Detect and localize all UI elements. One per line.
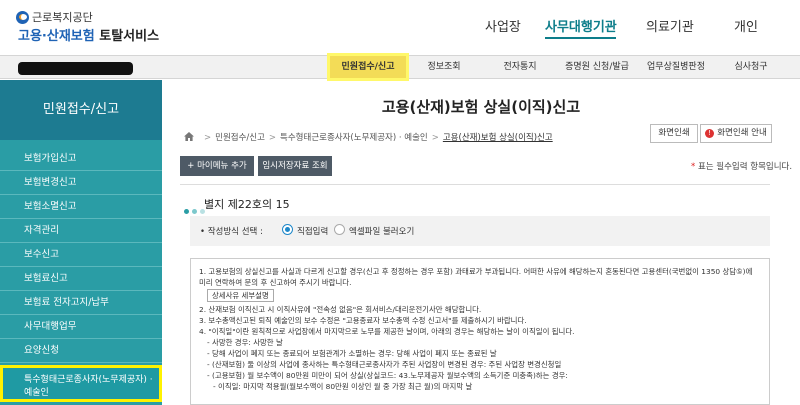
input-method-label: • 작성방식 선택 :	[200, 227, 263, 237]
temp-saved-lookup-button[interactable]: 임시저장자료 조회	[258, 156, 332, 176]
sidebar-item-insurance-join[interactable]: 보험가입신고	[0, 148, 162, 171]
sidebar-item-e-payment[interactable]: 보험료 전자고지/납부	[0, 292, 162, 315]
sidebar-title: 민원접수/신고	[0, 80, 162, 140]
sidebar-item-agency-work[interactable]: 사무대행업무	[0, 316, 162, 339]
notice-line: - (고용보험) 월 보수액이 80만원 미만이 되어 상실(상실코드: 43.…	[207, 371, 568, 380]
subnav-info-lookup[interactable]: 정보조회	[414, 56, 474, 78]
sidebar-item-insurance-change[interactable]: 보험변경신고	[0, 172, 162, 195]
logo-service-name: 고용·산재보험 토탈서비스	[18, 25, 159, 44]
dot-icon	[184, 209, 189, 214]
print-guide-button[interactable]: ! 화면인쇄 안내	[700, 124, 772, 143]
breadcrumb-separator: >	[268, 133, 277, 143]
sidebar-item-medical-care[interactable]: 요양신청	[0, 340, 162, 363]
topnav-personal[interactable]: 개인	[734, 16, 758, 35]
sidebar-item-wage-report[interactable]: 보수신고	[0, 244, 162, 267]
notice-line: - (산재보험) 둘 이상의 사업에 종사하는 특수형태근로종사자가 주된 사업…	[207, 360, 562, 369]
sidebar-item-qualification[interactable]: 자격관리	[0, 220, 162, 243]
breadcrumb-separator: >	[204, 133, 212, 143]
print-guide-icon: !	[705, 129, 715, 138]
notice-line: 1. 고용보험의 상실신고를 사실과 다르게 신고할 경우(신고 후 정정하는 …	[199, 267, 753, 287]
radio-excel-import[interactable]	[334, 224, 345, 235]
sidebar-item-special-workers[interactable]: 특수형태근로종사자(노무제공자) · 예술인	[0, 365, 162, 402]
subnav-review-request[interactable]: 심사청구	[722, 56, 780, 78]
required-fields-note: * 표는 필수입력 항목입니다.	[691, 160, 792, 172]
radio-direct-input[interactable]	[282, 224, 293, 235]
redacted-user-info	[18, 62, 133, 75]
sidebar-item-insurance-termination[interactable]: 보험소멸신고	[0, 196, 162, 219]
logo-mark-icon	[16, 11, 29, 24]
top-header: 근로복지공단 고용·산재보험 토탈서비스 사업장 사무대행기관 의료기관 개인	[0, 0, 800, 55]
logo-service-suffix: 토탈서비스	[99, 29, 160, 44]
breadcrumb: > 민원접수/신고 > 특수형태근로종사자(노무제공자) · 예술인 > 고용(산재)보험…	[184, 131, 553, 143]
notice-line: - 사망한 경우: 사망한 날	[207, 338, 283, 347]
page-title: 고용(산재)보험 상실(이직)신고	[381, 98, 581, 116]
logo-service-prefix: 고용·산재보험	[18, 29, 95, 44]
required-star: *	[691, 162, 696, 172]
home-icon[interactable]	[184, 132, 194, 141]
breadcrumb-item[interactable]: 민원접수/신고	[215, 133, 265, 143]
form-title: 별지 제22호의 15	[204, 198, 290, 211]
notice-line: - 당해 사업이 폐지 또는 종료되어 보험관계가 소멸하는 경우: 당해 사업…	[207, 349, 497, 358]
notice-line: 3. 보수총액신고된 퇴직 예술인의 보수 수정은 "고용종료자 보수총액 수정…	[199, 316, 527, 325]
print-button[interactable]: 화면인쇄	[650, 124, 698, 143]
add-my-menu-button[interactable]: + 마이메뉴 추가	[180, 156, 254, 176]
logo-org-name: 근로복지공단	[32, 11, 93, 24]
subnav-certificate[interactable]: 증명원 신청/발급	[560, 56, 634, 78]
topnav-agency[interactable]: 사무대행기관	[545, 16, 617, 35]
notice-box: 1. 고용보험의 상실신고를 사실과 다르게 신고할 경우(신고 후 정정하는 …	[190, 258, 770, 405]
page-root: 근로복지공단 고용·산재보험 토탈서비스 사업장 사무대행기관 의료기관 개인 …	[0, 0, 800, 405]
notice-line: 4. "이직일"이란 원칙적으로 사업장에서 마지막으로 노무를 제공한 날이며…	[199, 327, 575, 336]
radio-excel-import-label[interactable]: 엑셀파일 불러오기	[349, 225, 414, 237]
topnav-medical[interactable]: 의료기관	[646, 16, 694, 35]
required-note-text: 표는 필수입력 항목입니다.	[697, 162, 793, 172]
breadcrumb-separator: >	[431, 133, 439, 143]
subnav-e-notice[interactable]: 전자통지	[490, 56, 550, 78]
topnav-active-underline	[545, 37, 616, 39]
subnav-occupational-disease[interactable]: 업무상질병판정	[640, 56, 712, 78]
subnav-complaint-filing[interactable]: 민원접수/신고	[327, 53, 409, 81]
detail-reason-button[interactable]: 상세사유 세부설명	[207, 289, 274, 302]
input-method-box: • 작성방식 선택 : 직접입력 엑셀파일 불러오기	[190, 216, 770, 246]
print-guide-label: 화면인쇄 안내	[717, 128, 767, 138]
breadcrumb-current[interactable]: 고용(산재)보험 상실(이직)신고	[443, 133, 553, 143]
sidebar-item-premium-report[interactable]: 보험료신고	[0, 268, 162, 291]
breadcrumb-item[interactable]: 특수형태근로종사자(노무제공자) · 예술인	[280, 133, 428, 143]
notice-line: - 이직일: 마지막 적용월(월보수액이 80만원 이상인 월 중 가장 최근 …	[213, 382, 473, 391]
sub-navigation: 민원접수/신고 정보조회 전자통지 증명원 신청/발급 업무상질병판정 심사청구	[0, 53, 800, 81]
left-sidebar: 민원접수/신고 보험가입신고 보험변경신고 보험소멸신고 자격관리 보수신고 보…	[0, 80, 162, 405]
notice-line: 2. 산재보험 이직신고 시 이직사유에 "전속성 없음"은 회서비스/대리운전…	[199, 305, 482, 314]
topnav-workplace[interactable]: 사업장	[485, 16, 521, 35]
dot-icon	[192, 209, 197, 214]
radio-direct-input-label[interactable]: 직접입력	[297, 225, 328, 237]
divider	[180, 184, 770, 185]
